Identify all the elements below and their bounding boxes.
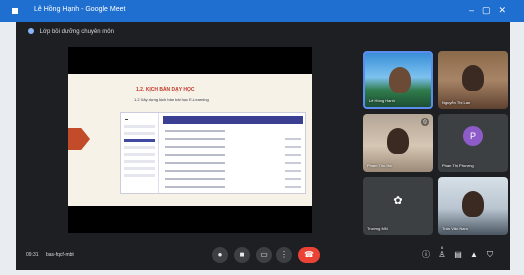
- panel-tab-icon: ▬: [125, 117, 128, 121]
- participant-video: [389, 67, 411, 93]
- meet-window: Lớp bồi dưỡng chuyên môn 1.2. KỊCH BẢN D…: [16, 22, 510, 270]
- browser-titlebar: Lê Hồng Hạnh - Google Meet –▢✕: [0, 0, 524, 22]
- participant-tile[interactable]: ✿ Trường MN: [363, 177, 433, 235]
- end-call-icon[interactable]: ☎: [298, 247, 320, 263]
- panel-sidebar: ▬: [121, 113, 159, 193]
- panel-header-bar: [163, 116, 303, 124]
- meeting-time: 09:31: [26, 252, 39, 258]
- participant-tile[interactable]: P Phan Thị Phượng: [438, 114, 508, 172]
- mic-off-icon: ⦸: [421, 118, 429, 126]
- participant-tile[interactable]: Lê Hồng Hạnh: [363, 51, 433, 109]
- people-icon[interactable]: ♙: [436, 249, 448, 261]
- presentation-stage[interactable]: 1.2. KỊCH BẢN DẠY HỌC 1.2 Xây dựng kịch …: [68, 47, 312, 233]
- participant-video: [462, 65, 484, 91]
- window-controls[interactable]: –▢✕: [469, 5, 514, 16]
- raise-hand-icon[interactable]: ⋮: [276, 247, 292, 263]
- participant-video: [462, 191, 484, 217]
- shared-slide: 1.2. KỊCH BẢN DẠY HỌC 1.2 Xây dựng kịch …: [68, 74, 312, 206]
- participant-name: Phạm Thu Hà: [367, 163, 392, 168]
- control-bar: 09:31 bas-fqcf-mbt ● ■ ▭ ⋮ ☎ ⓘ 6 ♙ ▤ ▲ ⛉: [16, 243, 510, 270]
- participant-video: [387, 128, 409, 154]
- participant-tile[interactable]: Nguyễn Thị Lan: [438, 51, 508, 109]
- window-title: Lê Hồng Hạnh - Google Meet: [34, 6, 126, 13]
- participant-name: Trường MN: [367, 226, 388, 231]
- meeting-name: Lớp bồi dưỡng chuyên môn: [28, 28, 114, 35]
- shield-icon[interactable]: ⛉: [484, 249, 496, 261]
- participant-name: Phan Thị Phượng: [442, 163, 474, 168]
- slide-heading: 1.2. KỊCH BẢN DẠY HỌC: [136, 87, 195, 93]
- meeting-dot-icon: [28, 28, 34, 34]
- captions-icon[interactable]: ▭: [256, 247, 272, 263]
- participant-name: Trần Văn Nam: [442, 226, 468, 231]
- school-logo-icon: ✿: [393, 195, 403, 207]
- participant-tile[interactable]: Trần Văn Nam: [438, 177, 508, 235]
- info-icon[interactable]: ⓘ: [420, 249, 432, 261]
- camera-icon[interactable]: ■: [234, 247, 250, 263]
- participant-tile[interactable]: ⦸ Phạm Thu Hà: [363, 114, 433, 172]
- slide-arrow-decoration: [68, 128, 90, 150]
- meeting-code: bas-fqcf-mbt: [46, 252, 74, 258]
- chat-icon[interactable]: ▤: [452, 249, 464, 261]
- participant-name: Nguyễn Thị Lan: [442, 100, 471, 105]
- slide-screenshot-panel: ▬: [120, 112, 306, 194]
- participant-avatar: P: [463, 126, 483, 146]
- panel-content-list: [165, 129, 301, 193]
- slide-subheading: 1.2 Xây dựng kịch bản bài học E-Learning: [134, 97, 209, 102]
- meeting-name-label: Lớp bồi dưỡng chuyên môn: [39, 29, 114, 35]
- app-icon: [12, 8, 18, 14]
- participant-name: Lê Hồng Hạnh: [369, 98, 395, 103]
- mic-icon[interactable]: ●: [212, 247, 228, 263]
- activities-icon[interactable]: ▲: [468, 249, 480, 261]
